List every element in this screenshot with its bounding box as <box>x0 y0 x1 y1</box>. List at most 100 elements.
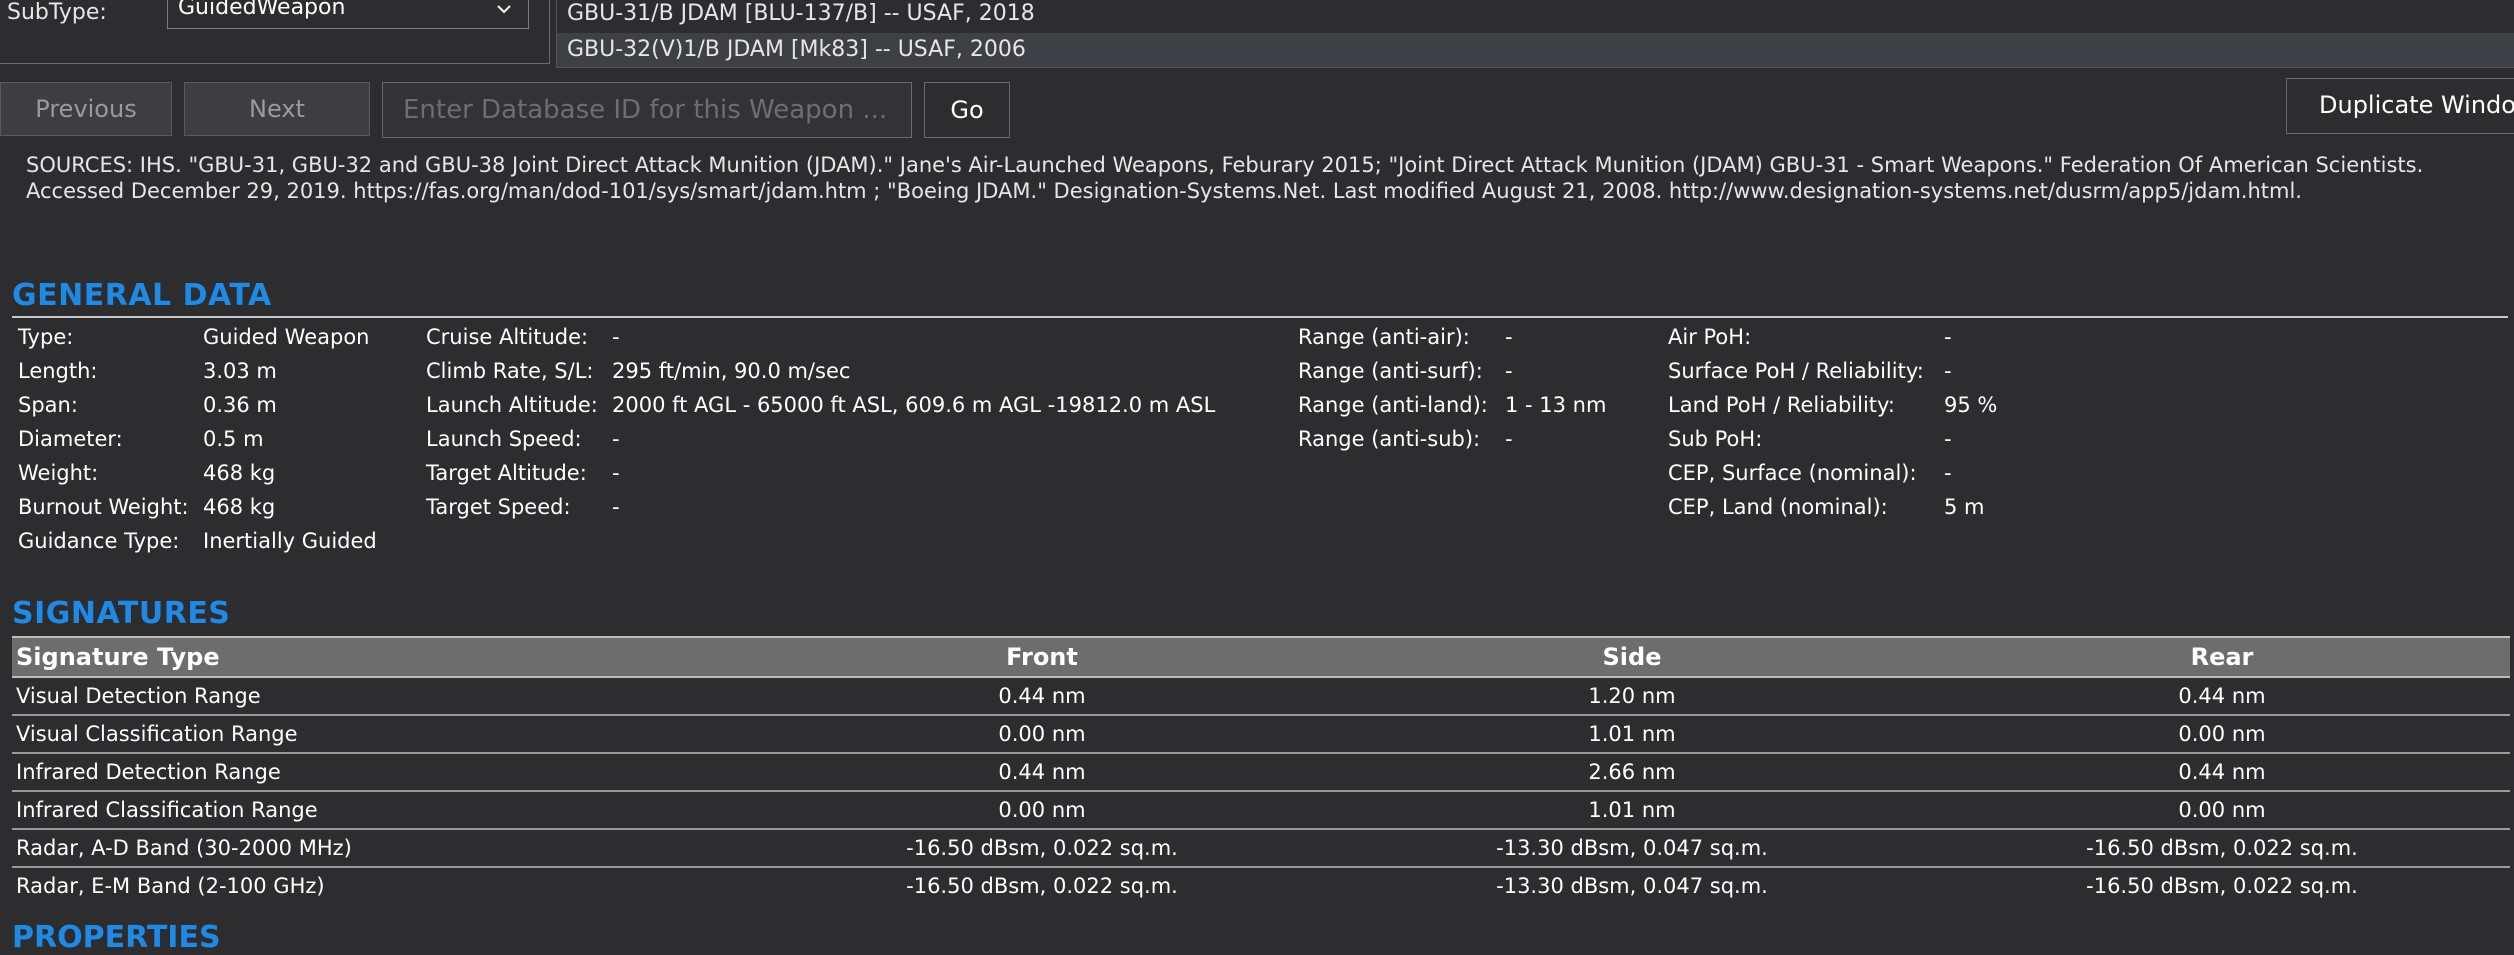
gd-label: CEP, Surface (nominal): <box>1668 461 1917 485</box>
rear-cell: -16.50 dBsm, 0.022 sq.m. <box>2086 836 2358 860</box>
gd-value: - <box>1944 427 1952 451</box>
rear-cell: -16.50 dBsm, 0.022 sq.m. <box>2086 874 2358 898</box>
gd-label: Range (anti-air): <box>1298 325 1470 349</box>
go-button[interactable]: Go <box>924 82 1010 138</box>
weapon-list[interactable]: GBU-31/B JDAM [BLU-137/B] -- USAF, 2018 … <box>556 0 2514 68</box>
table-row: Infrared Detection Range 0.44 nm 2.66 nm… <box>12 754 2510 792</box>
general-col-3-values: - - 1 - 13 nm - <box>1505 320 1606 456</box>
gd-value: 95 % <box>1944 393 1998 417</box>
signatures-table: Signature Type Front Side Rear Visual De… <box>12 636 2510 904</box>
header-front: Front <box>1006 643 1078 671</box>
general-data-heading: GENERAL DATA <box>12 278 272 313</box>
general-col-2: Cruise Altitude: Climb Rate, S/L: Launch… <box>426 320 598 524</box>
gd-label: Target Speed: <box>426 495 571 519</box>
next-button[interactable]: Next <box>184 82 370 136</box>
side-cell: 1.01 nm <box>1588 798 1676 822</box>
general-col-1-values: Guided Weapon 3.03 m 0.36 m 0.5 m 468 kg… <box>203 320 377 558</box>
gd-label: Range (anti-sub): <box>1298 427 1481 451</box>
general-col-1: Type: Length: Span: Diameter: Weight: Bu… <box>18 320 189 558</box>
gd-value: - <box>612 427 620 451</box>
gd-value: Inertially Guided <box>203 529 377 553</box>
gd-label: Range (anti-land): <box>1298 393 1488 417</box>
gd-value: - <box>1505 427 1513 451</box>
signature-type-cell: Radar, A-D Band (30-2000 MHz) <box>16 836 352 860</box>
header-signature-type: Signature Type <box>16 643 220 671</box>
gd-label: Climb Rate, S/L: <box>426 359 594 383</box>
rear-cell: 0.00 nm <box>2178 798 2266 822</box>
front-cell: -16.50 dBsm, 0.022 sq.m. <box>906 874 1178 898</box>
gd-value: 1 - 13 nm <box>1505 393 1607 417</box>
database-id-input[interactable]: Enter Database ID for this Weapon ... <box>382 82 912 138</box>
front-cell: 0.44 nm <box>998 760 1086 784</box>
table-row: Radar, A-D Band (30-2000 MHz) -16.50 dBs… <box>12 830 2510 868</box>
gd-label: CEP, Land (nominal): <box>1668 495 1888 519</box>
gd-label: Surface PoH / Reliability: <box>1668 359 1924 383</box>
gd-label: Burnout Weight: <box>18 495 189 519</box>
gd-value: 0.36 m <box>203 393 277 417</box>
gd-value: Guided Weapon <box>203 325 370 349</box>
general-col-3: Range (anti-air): Range (anti-surf): Ran… <box>1298 320 1488 456</box>
front-cell: 0.00 nm <box>998 722 1086 746</box>
gd-label: Cruise Altitude: <box>426 325 589 349</box>
gd-value: 5 m <box>1944 495 1985 519</box>
gd-label: Target Altitude: <box>426 461 587 485</box>
gd-value: 468 kg <box>203 461 276 485</box>
signature-type-cell: Infrared Classification Range <box>16 798 318 822</box>
side-cell: 2.66 nm <box>1588 760 1676 784</box>
general-col-4: Air PoH: Surface PoH / Reliability: Land… <box>1668 320 1924 524</box>
gd-value: 2000 ft AGL - 65000 ft ASL, 609.6 m AGL … <box>612 393 1216 417</box>
signatures-heading: SIGNATURES <box>12 596 231 631</box>
rear-cell: 0.00 nm <box>2178 722 2266 746</box>
header-rear: Rear <box>2190 643 2254 671</box>
gd-label: Land PoH / Reliability: <box>1668 393 1896 417</box>
signature-type-cell: Radar, E-M Band (2-100 GHz) <box>16 874 325 898</box>
gd-label: Air PoH: <box>1668 325 1752 349</box>
previous-button[interactable]: Previous <box>0 82 172 136</box>
rear-cell: 0.44 nm <box>2178 760 2266 784</box>
side-cell: 1.01 nm <box>1588 722 1676 746</box>
weapon-list-item-selected[interactable]: GBU-32(V)1/B JDAM [Mk83] -- USAF, 2006 <box>557 33 2514 67</box>
gd-value: 295 ft/min, 90.0 m/sec <box>612 359 851 383</box>
gd-value: - <box>1944 461 1952 485</box>
gd-label: Range (anti-surf): <box>1298 359 1483 383</box>
gd-label: Launch Speed: <box>426 427 582 451</box>
table-row: Radar, E-M Band (2-100 GHz) -16.50 dBsm,… <box>12 868 2510 904</box>
gd-label: Guidance Type: <box>18 529 180 553</box>
signature-type-cell: Visual Classification Range <box>16 722 298 746</box>
gd-label: Diameter: <box>18 427 123 451</box>
gd-value: - <box>612 325 620 349</box>
general-data-divider <box>12 316 2508 318</box>
gd-value: - <box>612 495 620 519</box>
gd-value: - <box>1944 359 1952 383</box>
side-cell: -13.30 dBsm, 0.047 sq.m. <box>1496 874 1768 898</box>
chevron-down-icon <box>497 5 511 14</box>
subtype-dropdown[interactable]: GuidedWeapon <box>167 0 529 29</box>
signatures-header-row: Signature Type Front Side Rear <box>12 636 2510 678</box>
gd-value: 0.5 m <box>203 427 264 451</box>
gd-label: Weight: <box>18 461 99 485</box>
signature-type-cell: Visual Detection Range <box>16 684 261 708</box>
signature-type-cell: Infrared Detection Range <box>16 760 281 784</box>
properties-heading: PROPERTIES <box>12 920 221 955</box>
header-side: Side <box>1602 643 1662 671</box>
side-cell: -13.30 dBsm, 0.047 sq.m. <box>1496 836 1768 860</box>
gd-label: Launch Altitude: <box>426 393 598 417</box>
gd-label: Span: <box>18 393 78 417</box>
front-cell: 0.00 nm <box>998 798 1086 822</box>
filter-panel: SubType: GuidedWeapon <box>0 0 550 64</box>
gd-value: 468 kg <box>203 495 276 519</box>
table-row: Infrared Classification Range 0.00 nm 1.… <box>12 792 2510 830</box>
rear-cell: 0.44 nm <box>2178 684 2266 708</box>
gd-value: - <box>1505 359 1513 383</box>
general-col-2-values: - 295 ft/min, 90.0 m/sec 2000 ft AGL - 6… <box>612 320 1215 524</box>
gd-label: Length: <box>18 359 98 383</box>
duplicate-window-button[interactable]: Duplicate Window <box>2286 78 2514 134</box>
gd-value: - <box>1944 325 1952 349</box>
gd-value: - <box>1505 325 1513 349</box>
gd-label: Type: <box>18 325 74 349</box>
weapon-list-item[interactable]: GBU-31/B JDAM [BLU-137/B] -- USAF, 2018 <box>567 1 1035 26</box>
sources-text: SOURCES: IHS. "GBU-31, GBU-32 and GBU-38… <box>26 153 2424 203</box>
general-col-4-values: - - 95 % - - 5 m <box>1944 320 1997 524</box>
side-cell: 1.20 nm <box>1588 684 1676 708</box>
subtype-label: SubType: <box>7 0 107 25</box>
